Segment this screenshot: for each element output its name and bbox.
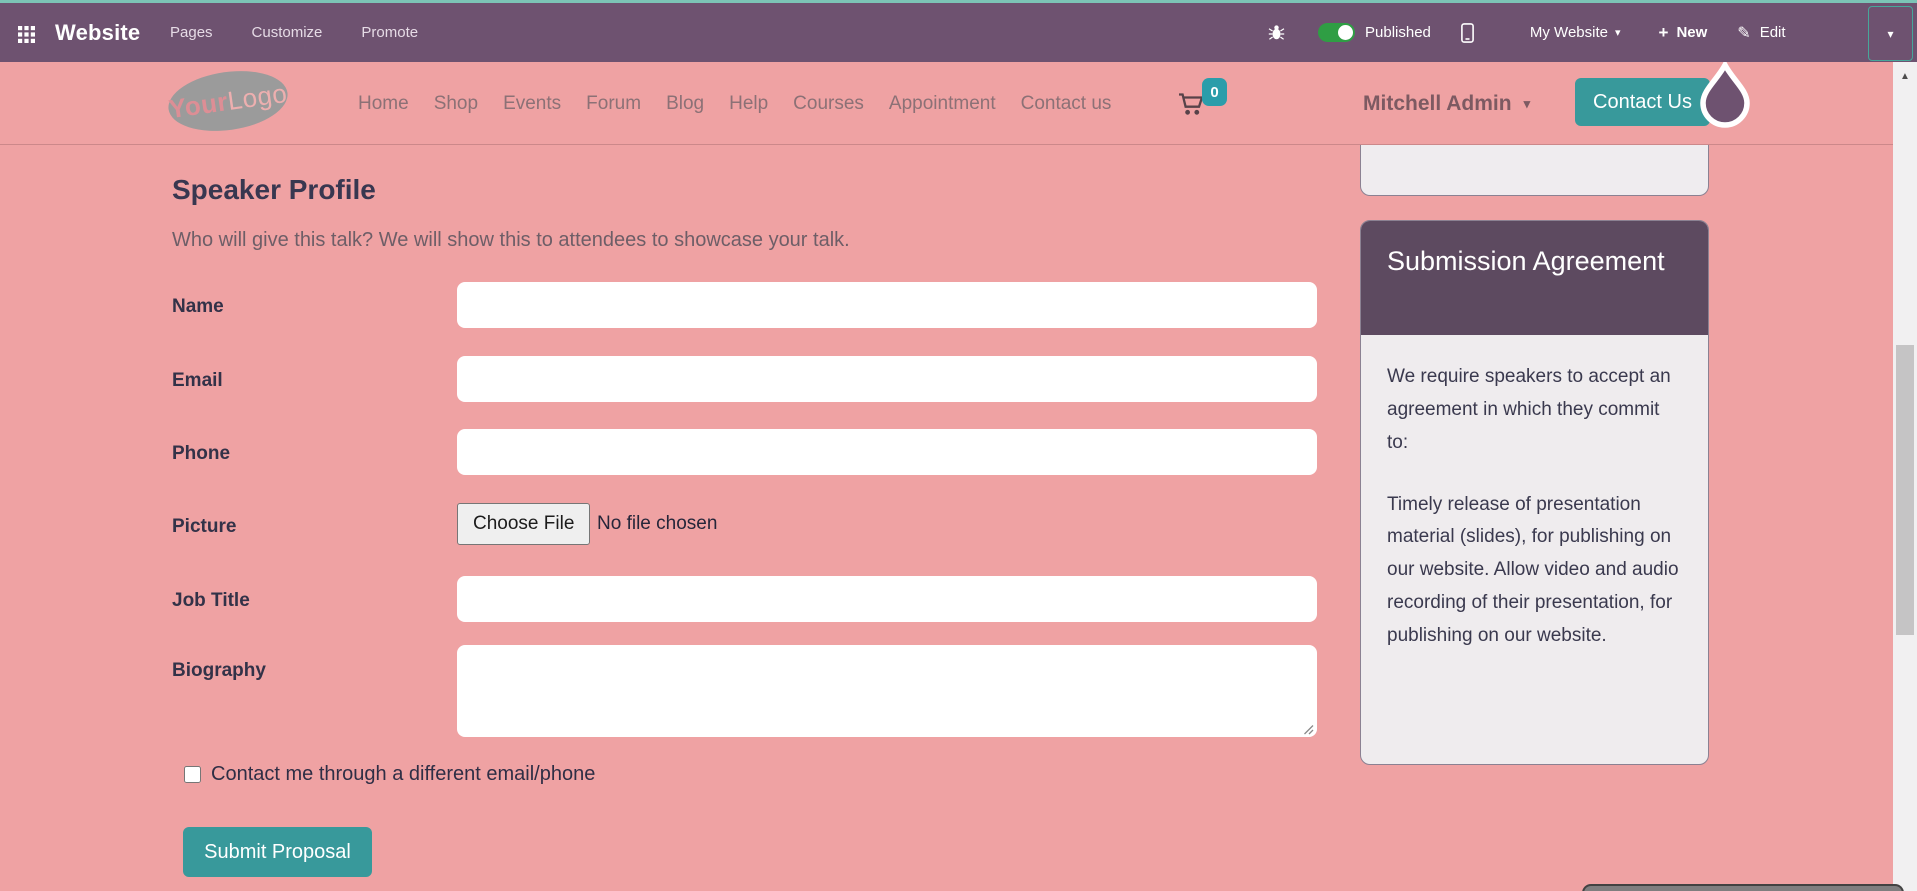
- email-label: Email: [172, 370, 223, 391]
- scrollbar-thumb[interactable]: [1896, 345, 1914, 635]
- admin-dropdown-toggle[interactable]: ▾: [1868, 6, 1913, 61]
- nav-link-help[interactable]: Help: [729, 93, 768, 115]
- sidebar-partial-card: [1360, 138, 1709, 196]
- nav-link-events[interactable]: Events: [503, 93, 561, 115]
- plus-icon: +: [1658, 22, 1669, 42]
- nav-link-courses[interactable]: Courses: [793, 93, 864, 115]
- debug-bug-icon[interactable]: [1268, 24, 1285, 41]
- agreement-intro: We require speakers to accept an agreeme…: [1387, 366, 1671, 453]
- admin-navbar-right: Published My Website ▾ + New ✎ Edit: [1268, 3, 1786, 62]
- file-chosen-status: No file chosen: [597, 513, 718, 534]
- name-label: Name: [172, 296, 224, 317]
- logo-text-your: Your: [166, 85, 230, 124]
- choose-file-button[interactable]: Choose File: [457, 503, 591, 545]
- submit-proposal-button[interactable]: Submit Proposal: [183, 827, 372, 877]
- biography-textarea[interactable]: [457, 645, 1317, 737]
- nav-link-shop[interactable]: Shop: [434, 93, 478, 115]
- new-button-label: New: [1676, 24, 1708, 41]
- cart-count-badge[interactable]: 0: [1202, 78, 1227, 106]
- site-navbar: Your Logo Home Shop Events Forum Blog Hel…: [0, 60, 1893, 145]
- phone-input[interactable]: [457, 429, 1317, 475]
- submission-agreement-title: Submission Agreement: [1361, 221, 1708, 335]
- submission-agreement-body: We require speakers to accept an agreeme…: [1361, 335, 1708, 653]
- site-logo[interactable]: Your Logo: [164, 63, 292, 139]
- publish-toggle[interactable]: [1318, 23, 1355, 42]
- textarea-resize-handle-icon[interactable]: [1301, 722, 1314, 735]
- different-contact-checkbox-label: Contact me through a different email/pho…: [211, 763, 596, 785]
- pencil-icon: ✎: [1737, 24, 1751, 42]
- user-menu[interactable]: Mitchell Admin ▾: [1363, 62, 1530, 145]
- new-button[interactable]: + New: [1659, 23, 1708, 43]
- chevron-down-icon: ▾: [1887, 26, 1894, 41]
- job-title-label: Job Title: [172, 590, 250, 611]
- website-selector-label: My Website: [1529, 24, 1608, 41]
- admin-menu-bar: Pages Customize Promote: [170, 3, 418, 62]
- nav-link-home[interactable]: Home: [358, 93, 409, 115]
- toggle-knob: [1338, 25, 1353, 40]
- nav-link-forum[interactable]: Forum: [586, 93, 641, 115]
- user-name: Mitchell Admin: [1363, 91, 1512, 115]
- menu-promote[interactable]: Promote: [361, 24, 418, 41]
- email-input[interactable]: [457, 356, 1317, 402]
- bottom-status-bar: [1582, 884, 1904, 891]
- menu-customize[interactable]: Customize: [252, 24, 323, 41]
- chevron-down-icon: ▾: [1523, 95, 1531, 111]
- mobile-preview-icon[interactable]: [1460, 22, 1474, 43]
- submission-agreement-card: Submission Agreement We require speakers…: [1360, 220, 1709, 765]
- nav-link-blog[interactable]: Blog: [666, 93, 704, 115]
- different-contact-checkbox[interactable]: [184, 766, 201, 783]
- logo-text-logo: Logo: [225, 77, 290, 116]
- name-input[interactable]: [457, 282, 1317, 328]
- menu-pages[interactable]: Pages: [170, 24, 213, 41]
- contact-us-button[interactable]: Contact Us: [1575, 78, 1710, 126]
- app-name[interactable]: Website: [55, 3, 140, 62]
- job-title-input[interactable]: [457, 576, 1317, 622]
- chevron-down-icon: ▾: [1614, 27, 1621, 39]
- publish-toggle-label: Published: [1365, 24, 1431, 41]
- picture-label: Picture: [172, 516, 237, 537]
- cart-icon[interactable]: [1178, 92, 1205, 116]
- nav-link-appointment[interactable]: Appointment: [889, 93, 996, 115]
- website-selector[interactable]: My Website ▾: [1530, 24, 1621, 41]
- site-nav-links: Home Shop Events Forum Blog Help Courses…: [358, 62, 1111, 145]
- edit-button-label: Edit: [1759, 24, 1786, 41]
- biography-label: Biography: [172, 660, 266, 681]
- edit-button[interactable]: ✎ Edit: [1737, 23, 1785, 43]
- page-subtitle: Who will give this talk? We will show th…: [172, 229, 850, 251]
- page-title: Speaker Profile: [172, 174, 376, 205]
- agreement-terms: Timely release of presentation material …: [1387, 493, 1679, 647]
- vertical-scrollbar[interactable]: ▲: [1893, 62, 1917, 891]
- browser-viewport: Website Pages Customize Promote Publishe…: [0, 0, 1917, 891]
- theme-drop-marker-icon: [1700, 60, 1750, 128]
- scrollbar-up-arrow-icon[interactable]: ▲: [1893, 71, 1917, 82]
- nav-link-contact-us[interactable]: Contact us: [1021, 93, 1112, 115]
- phone-label: Phone: [172, 443, 231, 464]
- admin-navbar: Website Pages Customize Promote Publishe…: [0, 0, 1917, 62]
- apps-grid-icon[interactable]: [18, 26, 35, 43]
